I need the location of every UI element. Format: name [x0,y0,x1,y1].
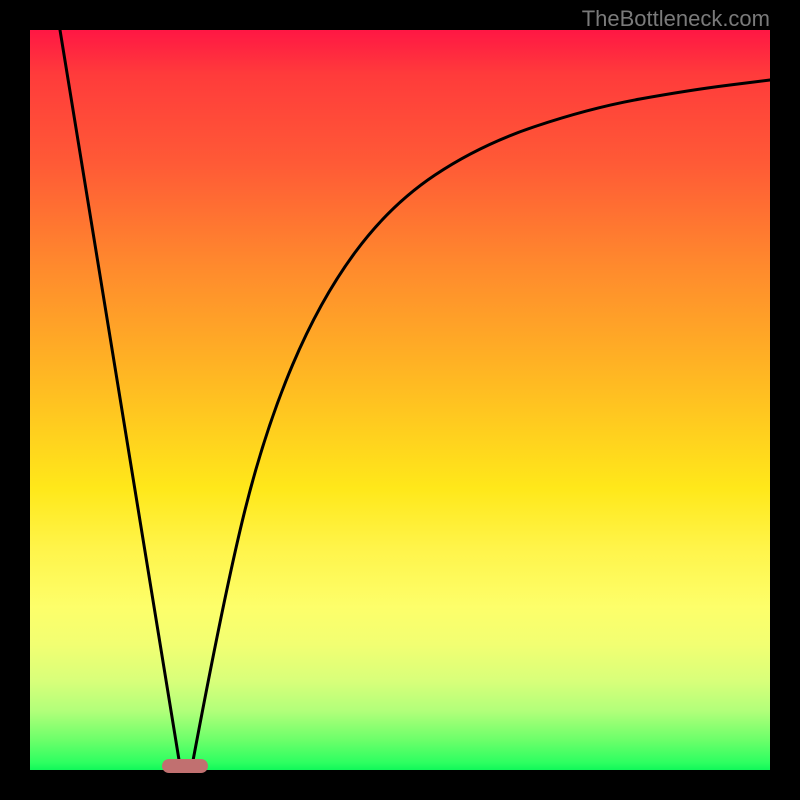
minimum-marker [162,759,208,773]
plot-area [30,30,770,770]
watermark-text: TheBottleneck.com [582,6,770,32]
curve-svg [30,30,770,770]
curve-right-branch [192,80,770,766]
curve-left-branch [60,30,180,766]
chart-container: TheBottleneck.com [0,0,800,800]
